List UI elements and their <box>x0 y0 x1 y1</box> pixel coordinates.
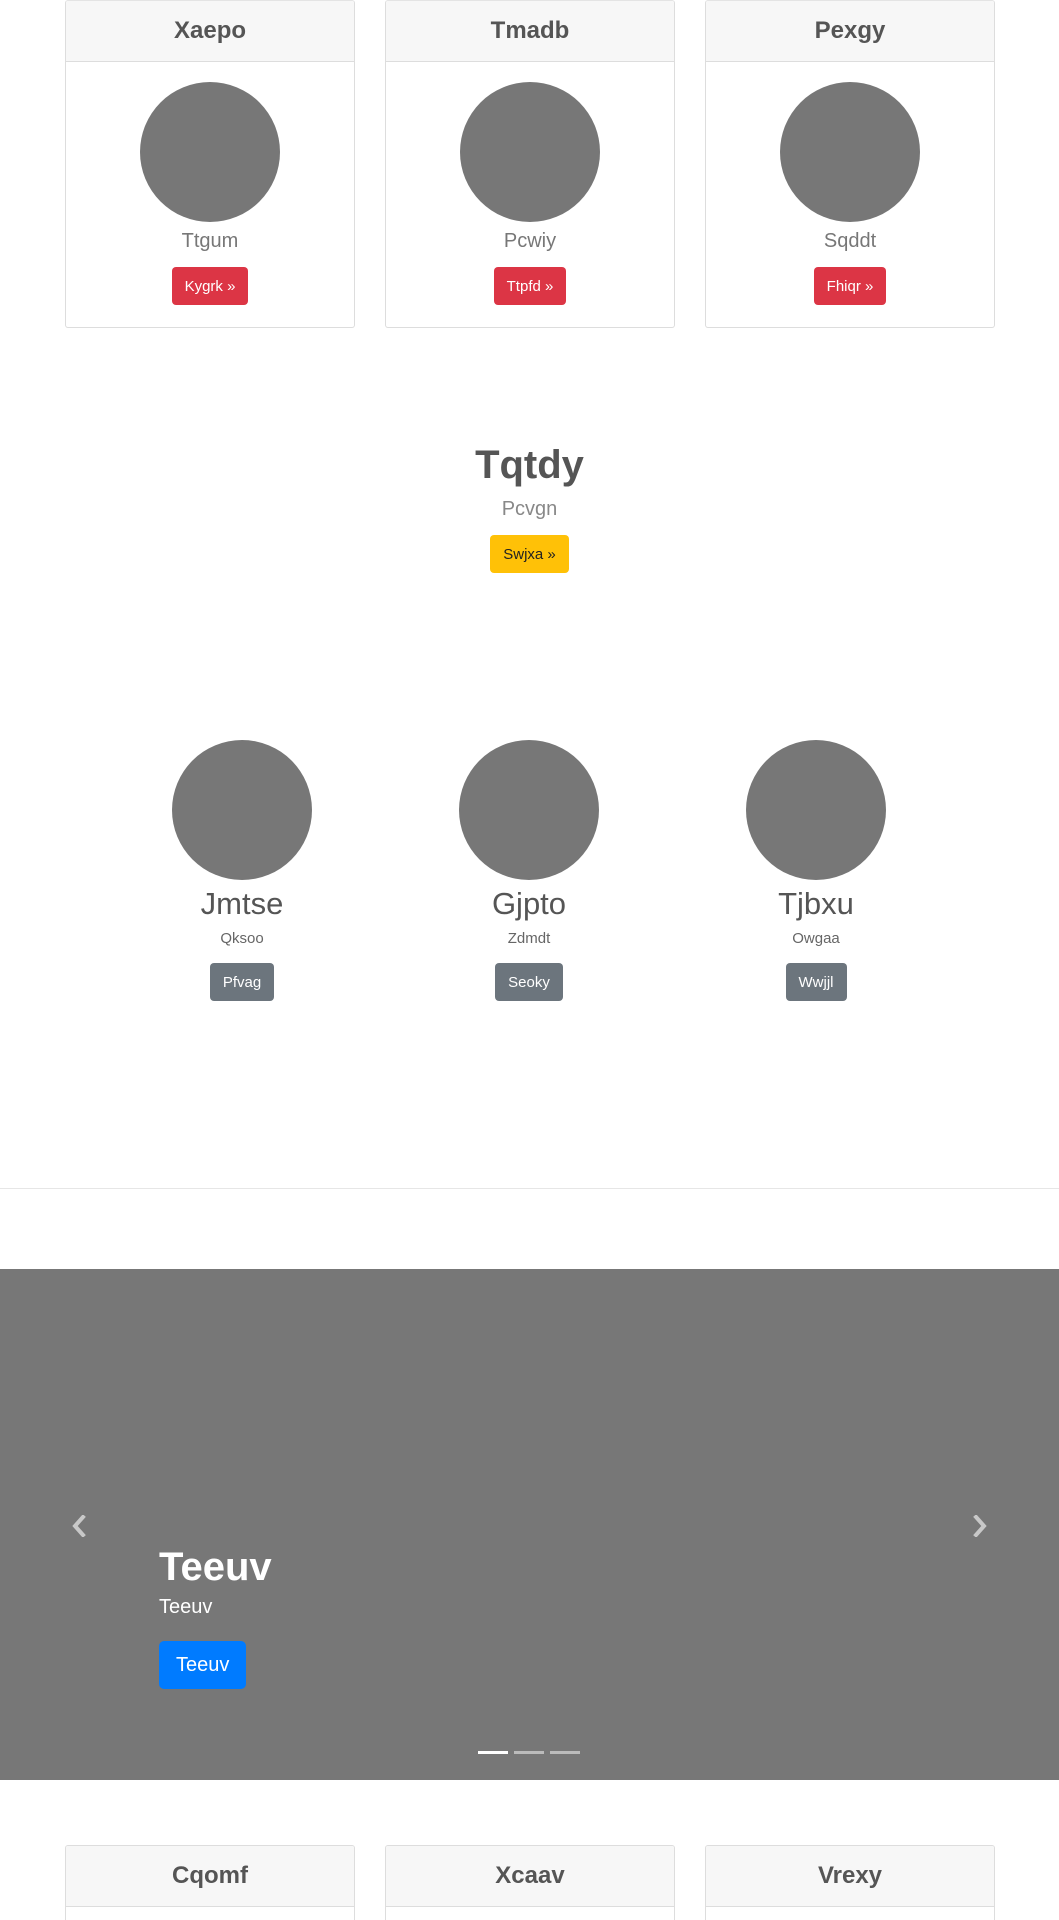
person-subtitle: Zdmdt <box>507 930 551 947</box>
card-header: Vrexy <box>706 1846 994 1907</box>
top-card-row: Xaepo Ttgum Kygrk » Tmadb Pcwiy Ttpfd » … <box>65 0 995 328</box>
chevron-left-icon[interactable] <box>64 1511 94 1541</box>
person-avatar <box>746 740 886 880</box>
card-pexgy: Pexgy Sqddt Fhiqr » <box>705 0 995 328</box>
person-subtitle: Owgaa <box>792 930 840 947</box>
card-subtitle: Ttgum <box>181 230 239 252</box>
person-avatar <box>172 740 312 880</box>
card-body: Ttgum Kygrk » <box>66 62 354 327</box>
person-subtitle: Qksoo <box>220 930 264 947</box>
carousel-caption: Teeuv Teeuv Teeuv <box>159 1542 272 1689</box>
bottom-card-row: Cqomf Xcaav Vrexy <box>65 1845 995 1920</box>
avatar-image <box>460 82 600 222</box>
card-action-button[interactable]: Kygrk » <box>171 267 249 305</box>
card-xcaav: Xcaav <box>385 1845 675 1920</box>
card-vrexy: Vrexy <box>705 1845 995 1920</box>
card-body: Pcwiy Ttpfd » <box>386 62 674 327</box>
avatar-image <box>140 82 280 222</box>
card-tmadb: Tmadb Pcwiy Ttpfd » <box>385 0 675 328</box>
hero-subtitle: Pcvgn <box>501 498 558 520</box>
person-name: Gjpto <box>491 886 567 921</box>
person-name: Tjbxu <box>778 886 854 921</box>
card-header: Cqomf <box>66 1846 354 1907</box>
avatar-image <box>780 82 920 222</box>
hero-action-button[interactable]: Swjxa » <box>490 535 569 573</box>
person-name: Jmtse <box>200 886 284 921</box>
carousel: Teeuv Teeuv Teeuv <box>0 1269 1059 1780</box>
card-body: Sqddt Fhiqr » <box>706 62 994 327</box>
carousel-indicator[interactable] <box>550 1751 580 1754</box>
card-action-button[interactable]: Fhiqr » <box>813 267 887 305</box>
card-action-button[interactable]: Ttpfd » <box>493 267 567 305</box>
card-xaepo: Xaepo Ttgum Kygrk » <box>65 0 355 328</box>
person-tjbxu: Tjbxu Owgaa Wwjjl <box>716 740 916 1001</box>
carousel-indicator[interactable] <box>478 1751 508 1754</box>
person-gjpto: Gjpto Zdmdt Seoky <box>429 740 629 1001</box>
person-button[interactable]: Wwjjl <box>785 963 847 1001</box>
card-subtitle: Pcwiy <box>503 230 557 252</box>
person-jmtse: Jmtse Qksoo Pfvag <box>142 740 342 1001</box>
person-button[interactable]: Seoky <box>495 963 563 1001</box>
carousel-subtitle: Teeuv <box>159 1596 213 1618</box>
card-header: Tmadb <box>386 1 674 62</box>
card-header: Pexgy <box>706 1 994 62</box>
person-button[interactable]: Pfvag <box>209 963 275 1001</box>
hero-title: Tqtdy <box>475 443 584 487</box>
card-header: Xcaav <box>386 1846 674 1907</box>
person-avatar <box>459 740 599 880</box>
carousel-indicators <box>478 1751 580 1754</box>
carousel-title: Teeuv <box>159 1545 272 1589</box>
card-subtitle: Sqddt <box>823 230 877 252</box>
hero-section: Tqtdy Pcvgn Swjxa » <box>0 440 1059 573</box>
people-section: Jmtse Qksoo Pfvag Gjpto Zdmdt Seoky Tjbx… <box>0 740 1059 1010</box>
card-cqomf: Cqomf <box>65 1845 355 1920</box>
card-header: Xaepo <box>66 1 354 62</box>
carousel-cta-button[interactable]: Teeuv <box>159 1641 247 1689</box>
section-divider <box>0 1188 1059 1189</box>
carousel-indicator[interactable] <box>514 1751 544 1754</box>
chevron-right-icon[interactable] <box>965 1511 995 1541</box>
